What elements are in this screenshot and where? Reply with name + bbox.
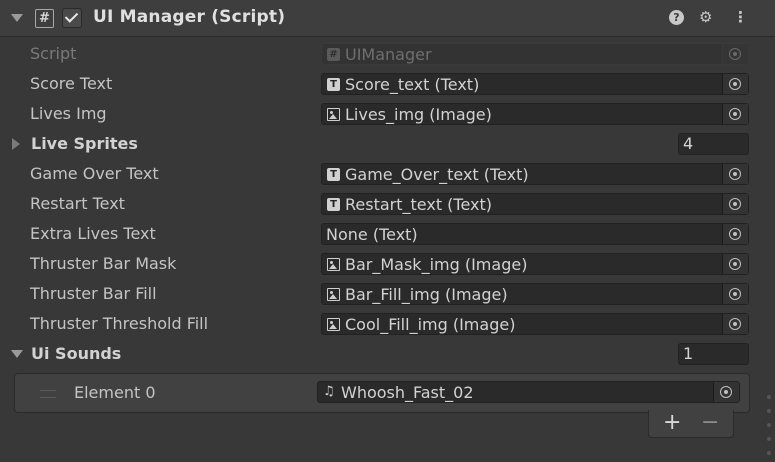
- extra-lives-text-value: None (Text): [326, 225, 418, 244]
- drag-handle-icon[interactable]: [40, 390, 56, 398]
- restart-text-value: Restart_text (Text): [345, 195, 493, 214]
- field-label-game-over-text: Game Over Text: [30, 164, 159, 183]
- audio-clip-icon: ♫: [323, 384, 335, 399]
- thruster-threshold-fill-value: Cool_Fill_img (Image): [345, 315, 516, 334]
- thruster-bar-mask-field[interactable]: Bar_Mask_img (Image): [321, 253, 749, 275]
- thruster-bar-fill-value: Bar_Fill_img (Image): [345, 285, 508, 304]
- object-picker-icon[interactable]: [722, 164, 748, 184]
- element-0-field[interactable]: ♫ Whoosh_Fast_02: [317, 381, 740, 403]
- remove-element-button[interactable]: −: [701, 410, 719, 436]
- game-over-text-value: Game_Over_text (Text): [345, 165, 529, 184]
- help-icon[interactable]: ?: [669, 10, 684, 25]
- object-picker-icon[interactable]: [722, 284, 748, 304]
- text-icon: T: [327, 198, 340, 211]
- field-label-thruster-threshold-fill: Thruster Threshold Fill: [30, 314, 209, 333]
- field-label-restart-text: Restart Text: [30, 194, 125, 213]
- score-text-field[interactable]: T Score_text (Text): [321, 73, 749, 95]
- script-asset-icon: #: [327, 48, 340, 61]
- object-picker-icon[interactable]: [722, 194, 748, 214]
- object-picker-icon[interactable]: [722, 254, 748, 274]
- ui-sounds-list: Element 0 ♫ Whoosh_Fast_02: [14, 373, 750, 413]
- lives-img-field[interactable]: Lives_img (Image): [321, 103, 749, 125]
- field-label-thruster-bar-mask: Thruster Bar Mask: [30, 254, 177, 273]
- field-label-extra-lives-text: Extra Lives Text: [30, 224, 156, 243]
- field-label-score-text: Score Text: [30, 74, 113, 93]
- ui-sounds-label[interactable]: Ui Sounds: [31, 344, 121, 363]
- game-over-text-field[interactable]: T Game_Over_text (Text): [321, 163, 749, 185]
- component-title: UI Manager (Script): [93, 7, 286, 27]
- object-picker-icon[interactable]: [722, 104, 748, 124]
- object-picker-icon[interactable]: [722, 74, 748, 94]
- lives-img-value: Lives_img (Image): [345, 105, 492, 124]
- foldout-arrow-icon[interactable]: [11, 14, 23, 22]
- component-header[interactable]: # UI Manager (Script) ? ⚙ ⋮: [0, 0, 775, 37]
- enabled-checkbox[interactable]: [62, 8, 82, 28]
- object-picker-icon[interactable]: [713, 382, 739, 402]
- score-text-value: Score_text (Text): [345, 75, 480, 94]
- field-label-lives-img: Lives Img: [30, 104, 107, 123]
- object-picker-icon[interactable]: [722, 224, 748, 244]
- object-picker-icon[interactable]: [722, 314, 748, 334]
- field-label-script: Script: [30, 44, 77, 63]
- element-label: Element 0: [74, 383, 156, 402]
- image-icon: [327, 318, 340, 331]
- ui-sounds-foldout-icon[interactable]: [11, 350, 23, 358]
- image-icon: [327, 288, 340, 301]
- extra-lives-text-field[interactable]: None (Text): [321, 223, 749, 245]
- live-sprites-foldout-icon[interactable]: [12, 138, 20, 150]
- live-sprites-size-field[interactable]: 4: [678, 133, 749, 155]
- restart-text-field[interactable]: T Restart_text (Text): [321, 193, 749, 215]
- script-field: # UIManager: [321, 43, 749, 65]
- thruster-threshold-fill-field[interactable]: Cool_Fill_img (Image): [321, 313, 749, 335]
- presets-icon[interactable]: ⚙: [699, 8, 712, 26]
- thruster-bar-mask-value: Bar_Mask_img (Image): [345, 255, 528, 274]
- live-sprites-label[interactable]: Live Sprites: [31, 134, 138, 153]
- script-field-value: UIManager: [345, 45, 432, 64]
- object-picker-icon: [722, 44, 748, 64]
- script-icon: #: [35, 9, 54, 28]
- field-label-thruster-bar-fill: Thruster Bar Fill: [30, 284, 157, 303]
- text-icon: T: [327, 78, 340, 91]
- scrollbar-indicator: [767, 395, 773, 462]
- image-icon: [327, 108, 340, 121]
- more-options-icon[interactable]: ⋮: [733, 8, 748, 26]
- text-icon: T: [327, 168, 340, 181]
- ui-sounds-size-field[interactable]: 1: [678, 343, 749, 365]
- element-0-value: Whoosh_Fast_02: [341, 383, 474, 402]
- thruster-bar-fill-field[interactable]: Bar_Fill_img (Image): [321, 283, 749, 305]
- image-icon: [327, 258, 340, 271]
- add-element-button[interactable]: +: [663, 410, 681, 436]
- list-footer: + −: [648, 410, 734, 438]
